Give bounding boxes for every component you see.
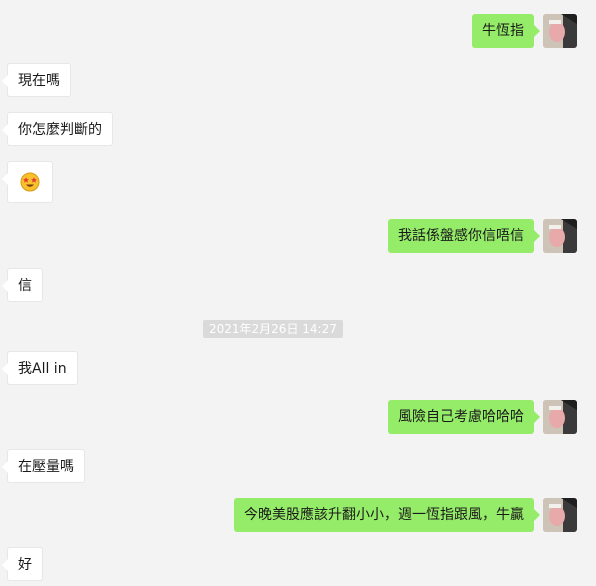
avatar-photo-icon (543, 14, 577, 48)
user-avatar[interactable] (543, 14, 577, 48)
avatar-photo-icon (543, 400, 577, 434)
star-struck-emoji-icon (20, 172, 40, 192)
user-avatar[interactable] (543, 400, 577, 434)
message-bubble-outgoing[interactable]: 風險自己考慮哈哈哈 (388, 400, 540, 434)
user-avatar[interactable] (543, 219, 577, 253)
message-bubble-incoming[interactable]: 在壓量嗎 (2, 449, 85, 483)
message-bubble-incoming[interactable]: 你怎麼判斷的 (2, 112, 113, 146)
message-bubble-incoming[interactable]: 我All in (2, 351, 78, 385)
avatar-photo-icon (543, 219, 577, 253)
avatar-photo-icon (543, 498, 577, 532)
message-bubble-incoming[interactable]: 好 (2, 547, 43, 581)
chat-window: 牛恆指 現在嗎 你怎麼判斷的 我話係盤感你信唔信 信 2021年2月26日 14… (0, 0, 596, 586)
message-bubble-outgoing[interactable]: 今晚美股應該升翻小小，週一恆指跟風，牛贏 (234, 498, 540, 532)
message-timestamp: 2021年2月26日 14:27 (203, 320, 343, 338)
message-bubble-incoming[interactable]: 現在嗎 (2, 63, 71, 97)
message-bubble-outgoing[interactable]: 牛恆指 (472, 14, 540, 48)
user-avatar[interactable] (543, 498, 577, 532)
message-bubble-incoming[interactable]: 信 (2, 268, 43, 302)
message-bubble-incoming-emoji[interactable] (2, 161, 53, 203)
message-bubble-outgoing[interactable]: 我話係盤感你信唔信 (388, 219, 540, 253)
